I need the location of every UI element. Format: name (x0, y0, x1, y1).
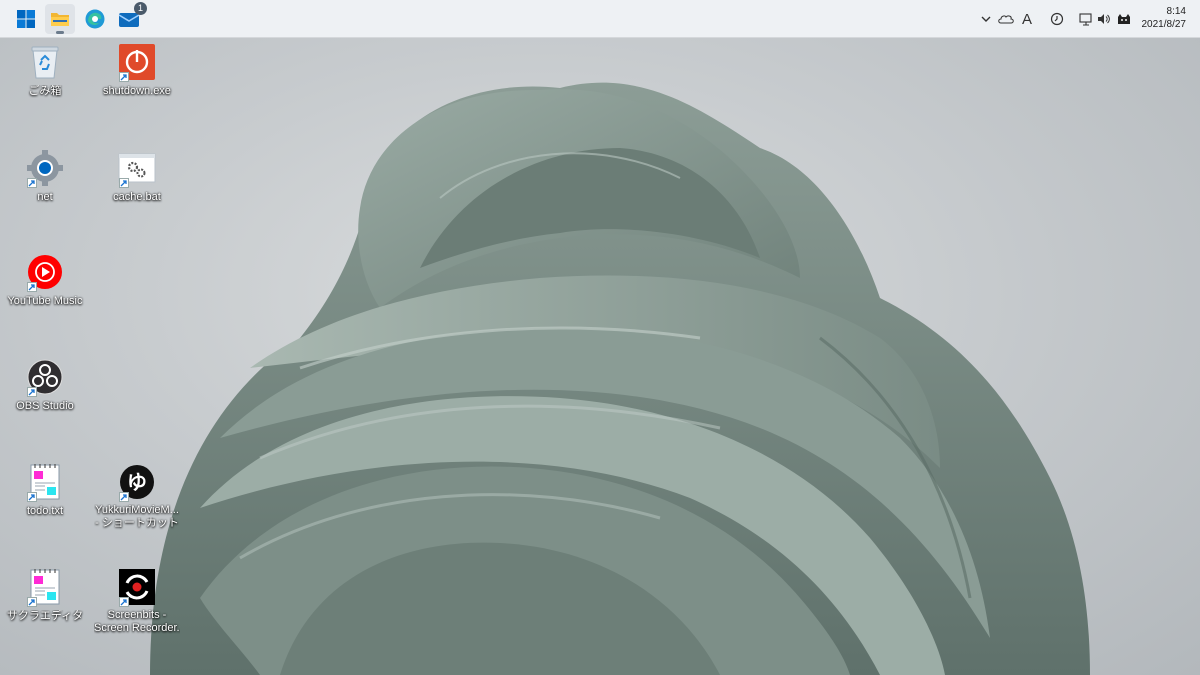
start-button[interactable] (11, 4, 41, 34)
desktop-icon-label: cache.bat (113, 191, 161, 203)
speaker-icon (1098, 14, 1110, 24)
desktop-icon-label: サクラエディタ (6, 610, 84, 622)
desktop-icon-label: todo.txt (26, 505, 64, 517)
shortcut-arrow-icon (119, 492, 129, 502)
volume-button[interactable] (1096, 0, 1112, 38)
desktop-icon-label-line2: Screen Recorder... (94, 622, 180, 634)
clock-time: 8:14 (1166, 6, 1186, 17)
desktop-icon-label: ごみ箱 (28, 85, 62, 97)
desktop-icon-label: OBS Studio (16, 400, 74, 412)
clock-date: 2021/8/27 (1141, 19, 1187, 30)
shortcut-arrow-icon (119, 178, 129, 188)
desktop-icon-net[interactable]: net (2, 148, 88, 204)
focus-assist-button[interactable] (1048, 0, 1066, 38)
ime-mode-indicator[interactable]: A (1018, 0, 1036, 38)
desktop-icon-label: YukkuriMovieM... (95, 504, 179, 516)
desktop-icon-cache-bat[interactable]: cache.bat (94, 148, 180, 204)
desktop-icon-sakura-editor[interactable]: サクラエディタ (2, 567, 88, 623)
shortcut-arrow-icon (27, 387, 37, 397)
desktop-icon-label-line2: - ショートカット (95, 517, 179, 529)
desktop-icon-shutdown[interactable]: shutdown.exe (94, 42, 180, 98)
clock-moon-icon (1050, 12, 1064, 26)
chevron-down-icon (981, 16, 991, 22)
mail-button[interactable]: 1 (114, 2, 147, 34)
shortcut-arrow-icon (27, 282, 37, 292)
taskbar: 1 A 8:14 2021/8/27 (0, 0, 1200, 38)
mail-unread-badge: 1 (134, 2, 147, 15)
shortcut-arrow-icon (119, 597, 129, 607)
wallpaper-bloom-art (150, 82, 1090, 675)
recycle-bin-icon (31, 46, 59, 79)
clock[interactable]: 8:14 2021/8/27 (1126, 5, 1187, 31)
desktop-icon-recycle-bin[interactable]: ごみ箱 (2, 42, 88, 98)
show-hidden-icons-button[interactable] (978, 0, 994, 38)
desktop-wallpaper (0, 38, 1200, 675)
desktop-icon-yukkuri-movie-maker[interactable]: ゆ YukkuriMovieM... - ショートカット (94, 462, 180, 530)
desktop-icon-label: YouTube Music (7, 295, 83, 307)
network-button[interactable] (1078, 0, 1094, 38)
svg-text:ゆ: ゆ (127, 470, 147, 494)
onedrive-button[interactable] (996, 0, 1016, 38)
desktop-icon-todo-txt[interactable]: todo.txt (2, 462, 88, 518)
desktop-icon-obs-studio[interactable]: OBS Studio (2, 357, 88, 413)
network-monitor-icon (1079, 12, 1092, 26)
desktop-icon-label: net (37, 191, 53, 203)
windows-logo-icon (17, 10, 35, 28)
desktop-icon-youtube-music[interactable]: YouTube Music (2, 252, 88, 308)
shortcut-arrow-icon (27, 597, 37, 607)
folder-icon (51, 13, 69, 26)
onedrive-cloud-icon (998, 15, 1014, 24)
shortcut-arrow-icon (119, 72, 129, 82)
shortcut-arrow-icon (27, 178, 37, 188)
desktop-icon-screenbits[interactable]: Screenbits - Screen Recorder... (94, 567, 180, 635)
file-explorer-button[interactable] (45, 4, 75, 34)
desktop-icon-label: Screenbits - (107, 609, 167, 621)
desktop-icon-label: shutdown.exe (103, 85, 171, 97)
edge-browser-button[interactable] (80, 4, 110, 34)
edge-browser-icon (85, 9, 105, 29)
shortcut-arrow-icon (27, 492, 37, 502)
